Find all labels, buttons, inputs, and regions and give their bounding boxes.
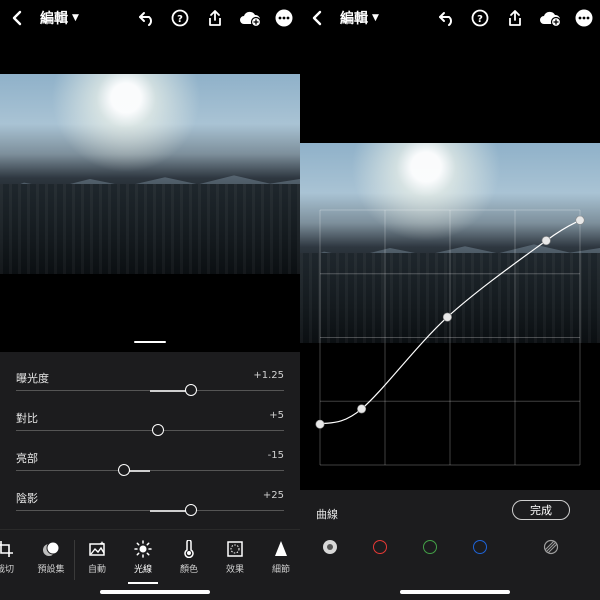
undo-icon	[439, 12, 452, 26]
share-button[interactable]	[505, 8, 525, 28]
thermometer-icon	[184, 540, 194, 558]
slider-fill	[150, 390, 190, 392]
slider-track	[16, 430, 284, 431]
help-button[interactable]: ?	[170, 8, 190, 28]
cloud-sync-button[interactable]	[538, 8, 562, 28]
tab-label: 裁切	[0, 565, 14, 575]
photo-preview[interactable]	[0, 74, 300, 274]
undo-button[interactable]	[437, 8, 457, 28]
done-button[interactable]: 完成	[512, 500, 570, 520]
mode-label: 編輯	[40, 11, 68, 27]
help-icon: ?	[171, 9, 189, 27]
tab-label: 光線	[133, 565, 152, 575]
more-button[interactable]	[574, 8, 594, 28]
contrast-slider[interactable]: 對比 +5	[0, 410, 300, 450]
curve-control-point[interactable]	[357, 404, 367, 414]
chevron-left-icon	[312, 10, 322, 26]
curve-title: 曲線	[316, 508, 338, 521]
back-button[interactable]	[308, 8, 326, 28]
detail-icon	[275, 541, 287, 556]
panel-drag-handle[interactable]	[134, 341, 166, 343]
home-indicator	[100, 590, 210, 594]
slider-knob[interactable]	[152, 424, 164, 436]
shadows-slider[interactable]: 陰影 +25	[0, 490, 300, 530]
slider-label: 陰影	[16, 492, 38, 505]
left-screen: 編輯 ▼ ? 曝光度 +1.25 對比 +5 亮部 -15 陰影 +25 裁切 …	[0, 0, 300, 600]
help-icon: ?	[471, 9, 489, 27]
presets-icon	[43, 541, 60, 556]
active-tab-indicator	[128, 582, 158, 584]
curve-control-point[interactable]	[442, 312, 452, 322]
home-indicator	[400, 590, 510, 594]
slider-fill	[150, 510, 190, 512]
mode-dropdown[interactable]: 編輯 ▼	[340, 8, 379, 28]
svg-text:?: ?	[177, 14, 183, 25]
slider-knob[interactable]	[185, 504, 197, 516]
mode-dropdown[interactable]: 編輯 ▼	[40, 8, 79, 28]
more-icon	[275, 9, 293, 27]
slider-track	[16, 470, 284, 471]
top-bar: 編輯 ▼ ?	[0, 0, 300, 36]
curve-grid	[319, 209, 581, 466]
slider-label: 亮部	[16, 452, 38, 465]
tab-label: 效果	[225, 565, 244, 575]
slider-label: 曝光度	[16, 372, 49, 385]
rgb-channel-icon[interactable]	[323, 540, 337, 554]
tab-label: 自動	[87, 565, 106, 575]
highlights-slider[interactable]: 亮部 -15	[0, 450, 300, 490]
tab-color[interactable]: 顏色	[166, 540, 212, 590]
exposure-slider[interactable]: 曝光度 +1.25	[0, 370, 300, 410]
tab-presets[interactable]: 預設集	[28, 540, 74, 590]
split-toning-icon[interactable]	[543, 539, 559, 555]
undo-icon	[139, 12, 152, 26]
tab-effects[interactable]: 效果	[212, 540, 258, 590]
curve-panel: 曲線 完成	[300, 490, 600, 600]
curve-control-point[interactable]	[541, 236, 551, 246]
tab-light[interactable]: 光線	[120, 540, 166, 590]
slider-label: 對比	[16, 412, 38, 425]
back-button[interactable]	[8, 8, 26, 28]
tab-detail[interactable]: 細節	[258, 540, 300, 590]
curve-control-point[interactable]	[575, 215, 585, 225]
cloud-add-icon	[240, 11, 262, 27]
slider-value: -15	[267, 450, 284, 461]
mode-label: 編輯	[340, 11, 368, 27]
cloud-add-icon	[540, 11, 562, 27]
auto-icon	[89, 541, 105, 556]
effects-icon	[227, 541, 243, 557]
tone-curve-editor[interactable]	[300, 200, 600, 470]
chevron-left-icon	[12, 10, 22, 26]
undo-button[interactable]	[137, 8, 157, 28]
more-button[interactable]	[274, 8, 294, 28]
tab-label: 細節	[271, 565, 290, 575]
slider-knob[interactable]	[118, 464, 130, 476]
cloud-sync-button[interactable]	[238, 8, 262, 28]
tab-crop[interactable]: 裁切	[0, 540, 28, 590]
caret-down-icon: ▼	[372, 13, 379, 23]
top-bar: 編輯 ▼ ?	[300, 0, 600, 36]
slider-value: +5	[269, 410, 284, 421]
curve-control-point[interactable]	[315, 419, 325, 429]
slider-value: +1.25	[253, 370, 284, 381]
city	[0, 184, 300, 274]
svg-text:?: ?	[477, 14, 483, 25]
slider-value: +25	[262, 490, 284, 501]
slider-knob[interactable]	[185, 384, 197, 396]
share-icon	[209, 10, 221, 26]
green-channel-icon[interactable]	[423, 540, 437, 554]
right-screen: 編輯 ▼ ? 曲線 完成	[300, 0, 600, 600]
share-button[interactable]	[205, 8, 225, 28]
caret-down-icon: ▼	[72, 13, 79, 23]
light-icon	[134, 540, 152, 558]
blue-channel-icon[interactable]	[473, 540, 487, 554]
tab-label: 預設集	[37, 565, 65, 575]
help-button[interactable]: ?	[470, 8, 490, 28]
crop-icon	[0, 541, 13, 557]
tool-tabbar: 裁切 預設集 自動 光線 顏色 效果 細節	[0, 529, 300, 600]
red-channel-icon[interactable]	[373, 540, 387, 554]
more-icon	[575, 9, 593, 27]
share-icon	[509, 10, 521, 26]
tab-auto[interactable]: 自動	[74, 540, 120, 590]
tab-label: 顏色	[179, 565, 198, 575]
